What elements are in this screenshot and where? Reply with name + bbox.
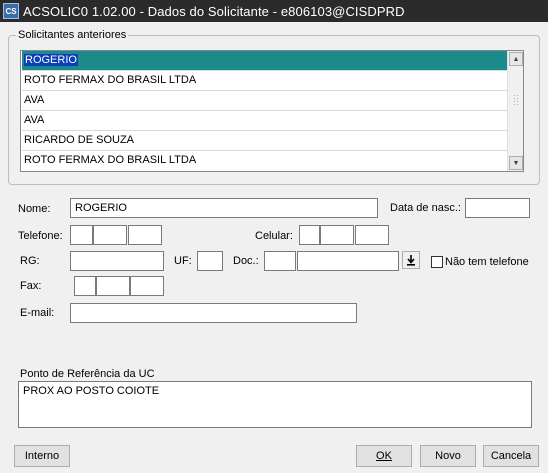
list-scrollbar[interactable]: ▲ ∷ ∷ ▼ [507, 51, 523, 171]
email-field[interactable] [70, 303, 357, 323]
nao-tem-telefone-checkbox[interactable] [431, 256, 443, 268]
uf-field[interactable] [197, 251, 223, 271]
celular-ddd-field[interactable] [299, 225, 320, 245]
data-nasc-field[interactable] [465, 198, 530, 218]
list-item[interactable]: ROTO FERMAX DO BRASIL LTDA [22, 71, 508, 91]
app-icon: CS [3, 3, 19, 19]
telefone-prefix-field[interactable] [93, 225, 127, 245]
uf-label: UF: [174, 255, 192, 267]
celular-prefix-field[interactable] [320, 225, 354, 245]
title-bar[interactable]: CS ACSOLIC0 1.02.00 - Dados do Solicitan… [0, 0, 548, 22]
fax-ddd-field[interactable] [74, 276, 96, 296]
celular-number-field[interactable] [355, 225, 389, 245]
cancela-button[interactable]: Cancela [483, 445, 539, 467]
interno-button[interactable]: Interno [14, 445, 70, 467]
data-nasc-label: Data de nasc.: [390, 202, 461, 214]
list-item[interactable]: ROTO FERMAX DO BRASIL LTDA [22, 151, 508, 171]
list-item[interactable]: ROGERIO [22, 51, 508, 71]
nao-tem-telefone-label[interactable]: Não tem telefone [445, 256, 529, 268]
window-title: ACSOLIC0 1.02.00 - Dados do Solicitante … [23, 3, 405, 19]
rg-field[interactable] [70, 251, 164, 271]
email-label: E-mail: [20, 307, 55, 319]
nome-field[interactable]: ROGERIO [70, 198, 378, 218]
fax-prefix-field[interactable] [96, 276, 130, 296]
telefone-number-field[interactable] [128, 225, 162, 245]
telefone-ddd-field[interactable] [70, 225, 93, 245]
doc-label: Doc.: [233, 255, 259, 267]
list-item[interactable]: AVA [22, 91, 508, 111]
reference-textarea[interactable]: PROX AO POSTO COIOTE [18, 381, 532, 428]
novo-button[interactable]: Novo [420, 445, 476, 467]
doc-number-field[interactable] [297, 251, 399, 271]
celular-label: Celular: [255, 230, 293, 242]
list-item[interactable]: AVA [22, 111, 508, 131]
list-item[interactable]: RICARDO DE SOUZA [22, 131, 508, 151]
doc-type-field[interactable] [264, 251, 296, 271]
previous-requesters-label: Solicitantes anteriores [16, 29, 129, 41]
nome-label: Nome: [18, 203, 51, 215]
fax-label: Fax: [20, 280, 42, 292]
previous-requesters-list[interactable]: ROGERIO ROTO FERMAX DO BRASIL LTDA AVA A… [20, 50, 524, 172]
telefone-label: Telefone: [18, 230, 63, 242]
rg-label: RG: [20, 255, 40, 267]
download-arrow-icon[interactable] [402, 251, 420, 269]
reference-label: Ponto de Referência da UC [20, 368, 155, 380]
fax-number-field[interactable] [130, 276, 164, 296]
scroll-down-arrow-icon[interactable]: ▼ [509, 156, 523, 170]
ok-button[interactable]: OK [356, 445, 412, 467]
scroll-up-arrow-icon[interactable]: ▲ [509, 52, 523, 66]
scroll-grip-icon[interactable]: ∷ ∷ [511, 94, 521, 119]
